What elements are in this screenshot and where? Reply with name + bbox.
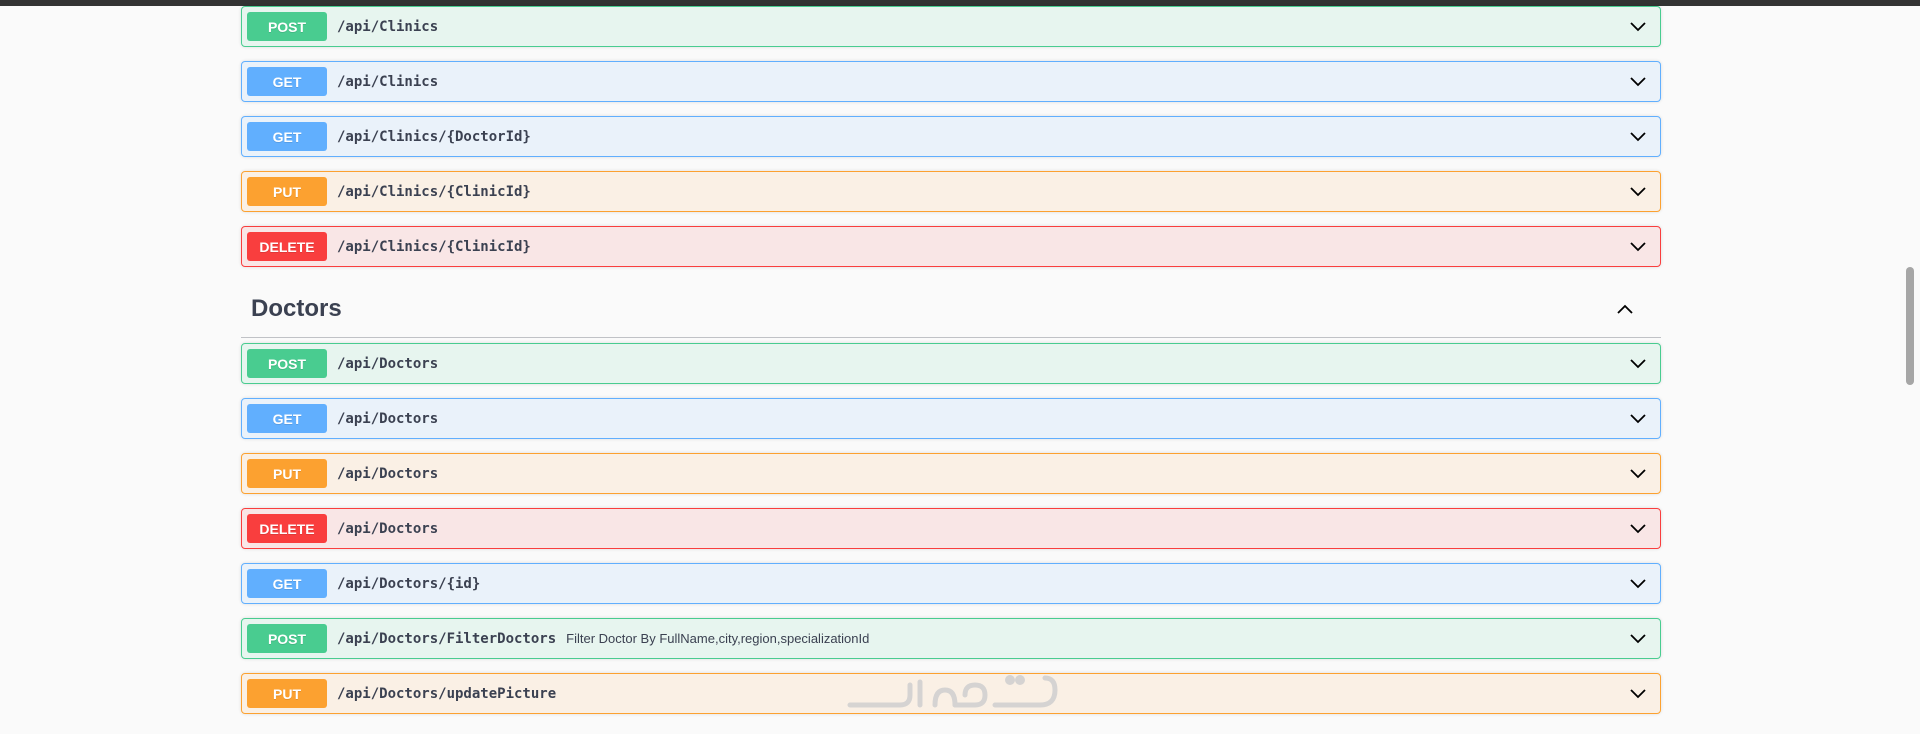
operation-path: /api/Clinics/{DoctorId} [337, 128, 531, 145]
chevron-down-icon[interactable] [1628, 464, 1648, 484]
operation-put-doctors[interactable]: PUT /api/Doctors [241, 453, 1661, 494]
operation-path: /api/Doctors/{id} [337, 575, 481, 592]
section-header-doctors[interactable]: Doctors [241, 281, 1661, 338]
operation-path: /api/Doctors [337, 465, 439, 482]
operation-delete-clinics-clinicid[interactable]: DELETE /api/Clinics/{ClinicId} [241, 226, 1661, 267]
operation-get-doctors-id[interactable]: GET /api/Doctors/{id} [241, 563, 1661, 604]
operation-get-doctors[interactable]: GET /api/Doctors [241, 398, 1661, 439]
chevron-down-icon[interactable] [1628, 237, 1648, 257]
operation-get-clinics[interactable]: GET /api/Clinics [241, 61, 1661, 102]
operation-path: /api/Doctors/updatePicture [337, 685, 557, 702]
operation-summary: Filter Doctor By FullName,city,region,sp… [566, 631, 870, 646]
chevron-down-icon[interactable] [1628, 182, 1648, 202]
operation-put-clinics-clinicid[interactable]: PUT /api/Clinics/{ClinicId} [241, 171, 1661, 212]
chevron-down-icon[interactable] [1628, 409, 1648, 429]
operation-path: /api/Clinics [337, 18, 439, 35]
operation-path: /api/Clinics/{ClinicId} [337, 238, 531, 255]
method-badge: DELETE [247, 232, 327, 261]
swagger-operations: POST /api/Clinics GET /api/Clinics GET /… [241, 6, 1661, 728]
chevron-down-icon[interactable] [1628, 519, 1648, 539]
method-badge: GET [247, 122, 327, 151]
chevron-down-icon[interactable] [1628, 127, 1648, 147]
method-badge: GET [247, 404, 327, 433]
operation-path: /api/Doctors [337, 520, 439, 537]
method-badge: POST [247, 624, 327, 653]
method-badge: GET [247, 569, 327, 598]
method-badge: DELETE [247, 514, 327, 543]
operation-path: /api/Doctors [337, 355, 439, 372]
section-title: Doctors [251, 295, 342, 322]
operation-path: /api/Doctors/FilterDoctors [337, 630, 557, 647]
khamsat-watermark-logo [840, 660, 1080, 720]
operation-post-clinics[interactable]: POST /api/Clinics [241, 6, 1661, 47]
chevron-down-icon[interactable] [1628, 354, 1648, 374]
operation-post-doctors[interactable]: POST /api/Doctors [241, 343, 1661, 384]
operation-delete-doctors[interactable]: DELETE /api/Doctors [241, 508, 1661, 549]
operation-path: /api/Clinics [337, 73, 439, 90]
operation-get-clinics-doctorid[interactable]: GET /api/Clinics/{DoctorId} [241, 116, 1661, 157]
method-badge: PUT [247, 679, 327, 708]
chevron-down-icon[interactable] [1628, 72, 1648, 92]
chevron-down-icon[interactable] [1628, 17, 1648, 37]
operation-post-doctors-filterdoctors[interactable]: POST /api/Doctors/FilterDoctors Filter D… [241, 618, 1661, 659]
method-badge: GET [247, 67, 327, 96]
operation-path: /api/Doctors [337, 410, 439, 427]
chevron-down-icon[interactable] [1628, 574, 1648, 594]
method-badge: PUT [247, 177, 327, 206]
chevron-down-icon[interactable] [1628, 684, 1648, 704]
chevron-down-icon[interactable] [1628, 629, 1648, 649]
method-badge: POST [247, 12, 327, 41]
method-badge: PUT [247, 459, 327, 488]
method-badge: POST [247, 349, 327, 378]
chevron-up-icon[interactable] [1615, 299, 1635, 319]
vertical-scrollbar-thumb[interactable] [1906, 267, 1914, 385]
operation-path: /api/Clinics/{ClinicId} [337, 183, 531, 200]
